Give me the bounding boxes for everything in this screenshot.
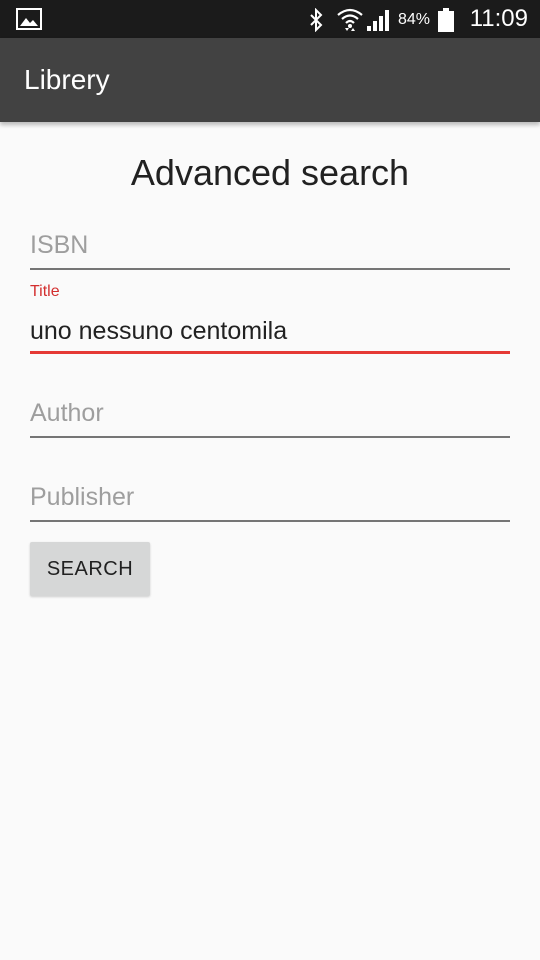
title-field[interactable]: Title uno nessuno centomila: [30, 280, 510, 356]
title-input-value[interactable]: uno nessuno centomila: [30, 316, 287, 346]
author-field[interactable]: Author: [30, 396, 510, 440]
clock: 11:09: [469, 5, 528, 32]
status-bar: 84% 11:09: [0, 0, 540, 38]
publisher-underline: [30, 520, 510, 522]
signal-icon: [367, 10, 389, 31]
page-title: Advanced search: [130, 152, 410, 193]
publisher-placeholder: Publisher: [30, 483, 135, 511]
battery-percent: 84%: [398, 11, 431, 28]
isbn-underline: [30, 268, 510, 270]
battery-icon: [438, 8, 454, 32]
author-placeholder: Author: [30, 399, 104, 427]
publisher-field[interactable]: Publisher: [30, 480, 510, 524]
app-title: Librery: [24, 64, 110, 95]
app-bar: Librery: [0, 38, 540, 122]
title-underline: [30, 351, 510, 354]
isbn-placeholder: ISBN: [30, 231, 89, 259]
image-icon: [16, 8, 42, 30]
author-underline: [30, 436, 510, 438]
isbn-field[interactable]: ISBN: [30, 228, 510, 272]
bluetooth-icon: [310, 8, 323, 32]
search-button[interactable]: SEARCH: [30, 542, 150, 596]
title-label: Title: [30, 283, 60, 300]
wifi-icon: [337, 8, 363, 31]
